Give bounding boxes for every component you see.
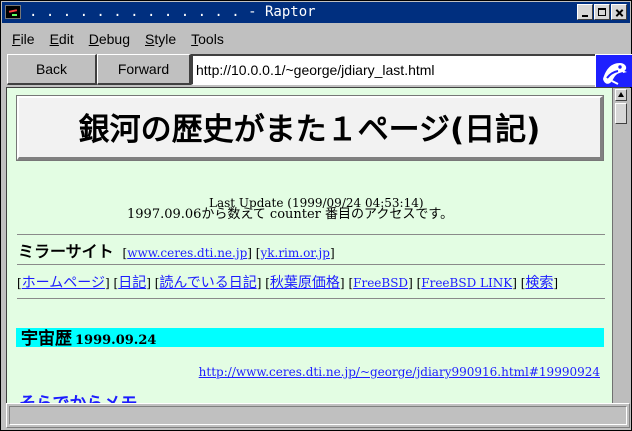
section-date: 1999.09.24 (75, 333, 157, 348)
bracket-close: ] (339, 276, 345, 290)
partially-visible-heading: そらでからメモ (19, 389, 138, 403)
section-heading-text: 宇宙歴 (21, 329, 72, 349)
scroll-up-icon[interactable] (615, 89, 627, 101)
maximize-icon (598, 8, 606, 16)
forward-button[interactable]: Forward (97, 54, 191, 85)
bracket-close: ] (105, 276, 110, 290)
back-button[interactable]: Back (7, 54, 97, 85)
counter-text: 1997.09.06から数えて counter 番目のアクセスです。 (127, 207, 454, 222)
minimize-icon (582, 15, 588, 17)
mirror-link-rim[interactable]: yk.rim.or.jp (260, 246, 330, 260)
navigation-toolbar: Back Forward http://10.0.0.1/~george/jdi… (6, 54, 632, 88)
site-navigation-links: [ホームページ] [日記] [読んでいる日記] [秋葉原価格] [FreeBSD… (17, 272, 558, 292)
bracket-close: ] (247, 246, 252, 260)
nav-link-freebsd[interactable]: FreeBSD (353, 276, 408, 290)
nav-link-reading-diaries[interactable]: 読んでいる日記 (159, 275, 256, 291)
rendered-page: 銀河の歴史がまた１ページ(日記) Last Update (1999/09/24… (7, 88, 613, 403)
bracket-close: ] (408, 276, 413, 290)
nav-link-home[interactable]: ホームページ (22, 275, 105, 291)
page-title-box: 銀河の歴史がまた１ページ(日記) (16, 95, 604, 161)
app-icon (5, 5, 21, 19)
bracket-close: ] (256, 276, 262, 290)
mirror-link-ceres[interactable]: www.ceres.dti.ne.jp (127, 246, 247, 260)
nav-link-akihabara-prices[interactable]: 秋葉原価格 (270, 275, 340, 291)
status-bar (6, 403, 630, 428)
url-field[interactable]: http://10.0.0.1/~george/jdiary_last.html (191, 54, 597, 85)
raptor-logo-icon (595, 54, 632, 88)
bracket-close: ] (512, 276, 517, 290)
web-content-viewport: 銀河の歴史がまた１ページ(日記) Last Update (1999/09/24… (6, 87, 630, 403)
menu-debug[interactable]: Debug (89, 31, 130, 47)
vertical-scrollbar[interactable] (612, 88, 630, 403)
menu-bar: File Edit Debug Style Tools (2, 25, 630, 52)
bracket-close: ] (146, 276, 151, 290)
menu-style[interactable]: Style (145, 31, 176, 47)
menu-file[interactable]: File (12, 31, 35, 47)
minimize-button[interactable] (577, 4, 593, 20)
bracket-close: ] (329, 246, 335, 260)
divider (17, 234, 605, 235)
page-title: 銀河の歴史がまた１ページ(日記) (78, 112, 541, 148)
maximize-button[interactable] (594, 4, 610, 20)
mirror-site-label: ミラーサイト (18, 242, 114, 261)
divider (17, 298, 605, 299)
bracket-close: ] (553, 276, 559, 290)
mirror-site-line: ミラーサイト [www.ceres.dti.ne.jp] [yk.rim.or.… (18, 238, 335, 262)
diary-section-heading: 宇宙歴 1999.09.24 (21, 324, 156, 349)
close-button[interactable] (611, 4, 627, 20)
title-bar[interactable]: . . . . . . . . . . . . . - Raptor (2, 2, 630, 23)
menu-tools[interactable]: Tools (191, 31, 224, 47)
menu-edit[interactable]: Edit (50, 31, 74, 47)
nav-link-freebsd-link[interactable]: FreeBSD LINK (421, 276, 512, 290)
status-text (9, 406, 627, 425)
raptor-logo-icon-graphic (596, 55, 632, 87)
browser-window: . . . . . . . . . . . . . - Raptor File … (0, 0, 632, 431)
nav-link-diary[interactable]: 日記 (118, 275, 146, 291)
nav-link-search[interactable]: 検索 (525, 275, 553, 291)
divider (17, 264, 605, 265)
diary-entry-link[interactable]: http://www.ceres.dti.ne.jp/~george/jdiar… (199, 365, 600, 379)
scroll-thumb[interactable] (615, 103, 627, 124)
window-title: . . . . . . . . . . . . . - Raptor (29, 4, 316, 20)
window-controls (577, 4, 627, 21)
